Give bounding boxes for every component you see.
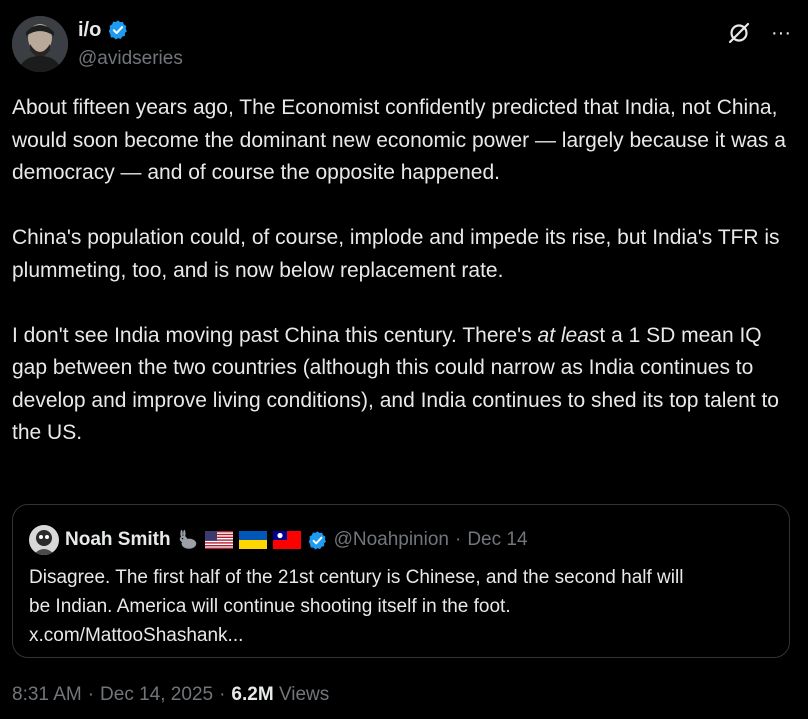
- verified-badge-icon: [308, 530, 326, 550]
- author-display-name[interactable]: i/o: [78, 19, 101, 42]
- us-flag-icon: [204, 531, 233, 549]
- tweet-date[interactable]: Dec 14, 2025: [100, 684, 213, 706]
- tweet-header: i/o @avidseries ···: [12, 16, 794, 76]
- grok-icon[interactable]: [726, 20, 752, 46]
- more-options-icon[interactable]: ···: [768, 20, 794, 46]
- separator-dot: ·: [454, 529, 462, 550]
- quoted-tweet-date[interactable]: Dec 14: [467, 529, 527, 551]
- views-label: Views: [278, 684, 330, 705]
- tweet-paragraph: About fifteen years ago, The Economist c…: [12, 96, 786, 184]
- rabbit-icon: [179, 529, 196, 549]
- quoted-author-avatar[interactable]: [29, 525, 59, 555]
- quoted-author-handle[interactable]: @Noahpinion: [334, 529, 449, 551]
- tweet-italic-segment: at leas: [537, 323, 600, 347]
- quoted-tweet-body: Disagree. The first half of the 21st cen…: [29, 563, 774, 650]
- verified-badge-icon: [109, 20, 128, 40]
- quoted-tweet[interactable]: Noah Smith @Noahpinion · Dec 14 Disagree…: [12, 504, 790, 658]
- quoted-author-name[interactable]: Noah Smith: [65, 529, 171, 551]
- author-handle[interactable]: @avidseries: [78, 48, 183, 70]
- separator-dot: ·: [87, 684, 95, 705]
- tweet-paragraph: I don't see India moving past China this…: [12, 320, 792, 450]
- ukraine-flag-icon: [238, 531, 267, 549]
- tweet-body: About fifteen years ago, The Economist c…: [12, 92, 792, 450]
- author-avatar[interactable]: [12, 16, 68, 72]
- tweet-time[interactable]: 8:31 AM: [12, 684, 82, 706]
- quoted-tweet-link[interactable]: x.com/MattooShashank...: [29, 621, 774, 650]
- quoted-tweet-line: Disagree. The first half of the 21st cen…: [29, 567, 684, 588]
- quoted-tweet-line: be Indian. America will continue shootin…: [29, 596, 511, 617]
- tweet-meta: 8:31 AM · Dec 14, 2025 · 6.2M Views: [12, 684, 329, 706]
- taiwan-flag-icon: [272, 531, 301, 549]
- tweet-text-segment: I don't see India moving past China this…: [12, 323, 538, 347]
- views-count: 6.2M: [231, 684, 274, 705]
- tweet-paragraph: China's population could, of course, imp…: [12, 226, 780, 282]
- separator-dot: ·: [219, 684, 226, 705]
